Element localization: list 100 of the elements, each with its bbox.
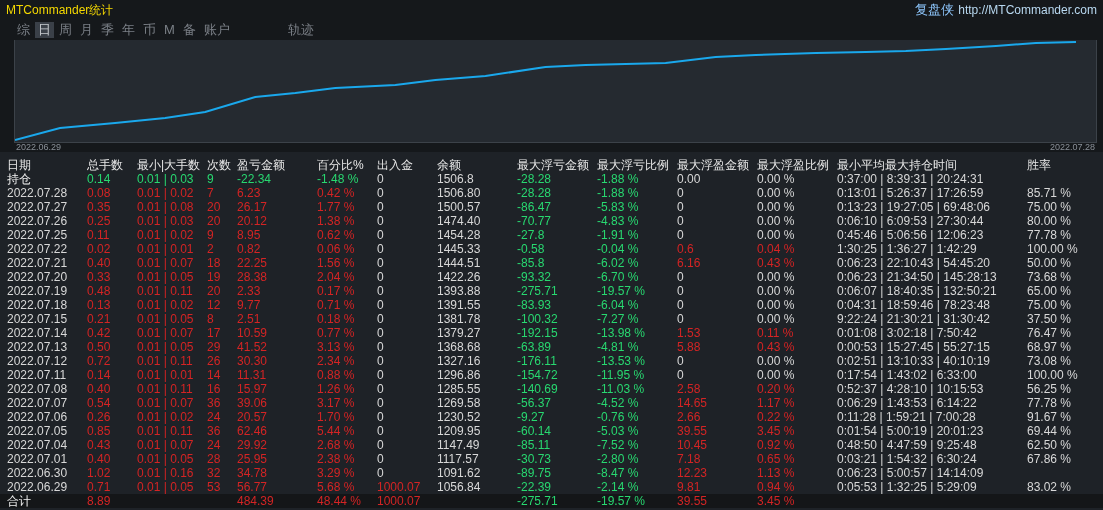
table-cell-text: 0.43 xyxy=(87,438,112,452)
table-cell-text: 0 xyxy=(677,200,685,214)
table-cell-text: 0.01 | 0.02 xyxy=(137,186,195,200)
table-cell-text: -4.81 % xyxy=(597,340,640,354)
table-cell-text: 2.51 xyxy=(237,312,262,326)
table-cell-text: 0.85 xyxy=(87,424,112,438)
table-cell-text: 26 xyxy=(207,354,222,368)
row-label: 合计 xyxy=(7,494,32,508)
table-cell-text: 0:13:01 | 5:26:37 | 17:26:59 xyxy=(837,186,985,200)
table-cell-text: 2.68 % xyxy=(317,438,356,452)
table-cell-text: 1.56 % xyxy=(317,256,356,270)
table-cell-text: 0:06:29 | 1:43:53 | 6:14:22 xyxy=(837,396,978,410)
table-cell-text: 0.00 % xyxy=(757,298,796,312)
brand-name: 复盘侠 xyxy=(915,1,955,19)
period-tab[interactable]: 日 xyxy=(35,22,54,38)
table-cell-text: 0.04 % xyxy=(757,242,796,256)
table-cell-text: 20 xyxy=(207,200,222,214)
period-tab[interactable]: 轨迹 xyxy=(284,22,317,38)
column-header: 胜率 xyxy=(1027,158,1052,172)
table-cell-text: 10.59 xyxy=(237,326,269,340)
table-cell-text: 0 xyxy=(677,312,685,326)
table-cell-text: -28.28 xyxy=(517,186,553,200)
table-cell-text: -85.8 xyxy=(517,256,546,270)
table-cell-text: 0.42 % xyxy=(317,186,356,200)
table-cell-text: 0 xyxy=(377,326,385,340)
period-tab[interactable]: 备 xyxy=(179,22,199,38)
table-cell-text: -275.71 xyxy=(517,494,559,508)
period-tab[interactable]: 季 xyxy=(98,22,117,38)
period-tab[interactable]: 年 xyxy=(119,22,138,38)
row-label: 2022.07.28 xyxy=(7,186,69,200)
table-cell-text: 0 xyxy=(377,466,385,480)
table-cell-text: 0.00 % xyxy=(757,228,796,242)
table-cell-text: 0.01 | 0.05 xyxy=(137,270,195,284)
table-cell-text: 8.89 xyxy=(87,494,112,508)
row-label: 2022.07.19 xyxy=(7,284,69,298)
table-cell-text: 1230.52 xyxy=(437,410,482,424)
table-cell-text: 0:52:37 | 4:28:10 | 10:15:53 xyxy=(837,382,985,396)
column-header: 最大浮亏比例 xyxy=(597,158,670,172)
table-cell-text: 0.62 % xyxy=(317,228,356,242)
table-cell-text: 0.01 | 0.07 xyxy=(137,326,195,340)
table-cell-text: 28.38 xyxy=(237,270,269,284)
table-cell-text: -60.14 xyxy=(517,424,553,438)
table-cell-text: 0 xyxy=(377,228,385,242)
table-cell-text: 0 xyxy=(677,354,685,368)
period-tab[interactable]: 账户 xyxy=(200,22,233,38)
column-header: 日期 xyxy=(7,158,32,172)
table-cell-text: 0.11 xyxy=(87,228,111,242)
table-cell-text: 1368.68 xyxy=(437,340,482,354)
column-header: 次数 xyxy=(207,158,232,172)
period-tab[interactable]: 周 xyxy=(56,22,75,38)
table-cell-text: 0.00 % xyxy=(757,214,796,228)
table-cell-text: 0 xyxy=(377,438,385,452)
table-cell-text: 0.01 | 0.11 xyxy=(137,424,194,438)
table-cell-text: 0.72 xyxy=(87,354,112,368)
table-cell-text: 48.44 % xyxy=(317,494,363,508)
table-cell-text: 0.02 xyxy=(87,242,112,256)
table-cell-text: 8.95 xyxy=(237,228,262,242)
table-cell-text: -0.76 % xyxy=(597,410,640,424)
table-cell-text: 0 xyxy=(377,270,385,284)
table-cell-text: 0:11:28 | 1:59:21 | 7:00:28 xyxy=(837,410,977,424)
table-cell-text: 0:01:54 | 5:00:19 | 20:01:23 xyxy=(837,424,985,438)
table-cell-text: 2.33 xyxy=(237,284,262,298)
table-cell-text: 0:06:10 | 6:09:53 | 27:30:44 xyxy=(837,214,985,228)
table-cell-text: -70.77 xyxy=(517,214,553,228)
table-cell-text: 1.77 % xyxy=(317,200,356,214)
table-cell-text: 0.88 % xyxy=(317,368,356,382)
table-cell-text: 17 xyxy=(207,326,222,340)
table-cell-text: 0 xyxy=(377,382,385,396)
table-cell-text: -4.52 % xyxy=(597,396,640,410)
table-cell-text: -89.75 xyxy=(517,466,553,480)
table-cell-text: 9.77 xyxy=(237,298,262,312)
period-tab[interactable]: 币 xyxy=(140,22,159,38)
table-cell-text: 0:01:08 | 3:02:18 | 7:50:42 xyxy=(837,326,978,340)
table-cell-text: 20.57 xyxy=(237,410,269,424)
table-cell-text: 0.01 | 0.08 xyxy=(137,200,195,214)
table-cell-text: 0.40 xyxy=(87,452,112,466)
column-header: 出入金 xyxy=(377,158,414,172)
table-cell-text: -6.04 % xyxy=(597,298,640,312)
table-cell-text: 12.23 xyxy=(677,466,709,480)
table-cell-text: 20.12 xyxy=(237,214,269,228)
website-link[interactable]: http://MTCommander.com xyxy=(958,3,1097,17)
table-cell-text: 0.01 | 0.16 xyxy=(137,466,195,480)
table-cell-text: 0.01 | 0.01 xyxy=(137,242,195,256)
table-cell-text: 6.16 xyxy=(677,256,702,270)
period-tab[interactable]: 月 xyxy=(77,22,96,38)
table-cell-text: -30.73 xyxy=(517,452,553,466)
table-cell-text: 41.52 xyxy=(237,340,269,354)
table-cell-text: -6.02 % xyxy=(597,256,640,270)
period-tab[interactable]: 综 xyxy=(14,22,33,38)
table-cell-text: 9 xyxy=(207,228,215,242)
column-header: 余额 xyxy=(437,158,462,172)
table-cell-text: 24 xyxy=(207,410,222,424)
table-cell-text: -9.27 xyxy=(517,410,546,424)
period-tab[interactable]: M xyxy=(161,22,178,38)
table-cell-text: 76.47 % xyxy=(1027,326,1073,340)
table-cell-text: 0.48 xyxy=(87,284,112,298)
table-cell-text: 77.78 % xyxy=(1027,396,1073,410)
row-label: 2022.07.05 xyxy=(7,424,69,438)
table-cell-text: 1506.80 xyxy=(437,186,482,200)
table-cell-text: -1.88 % xyxy=(597,186,640,200)
